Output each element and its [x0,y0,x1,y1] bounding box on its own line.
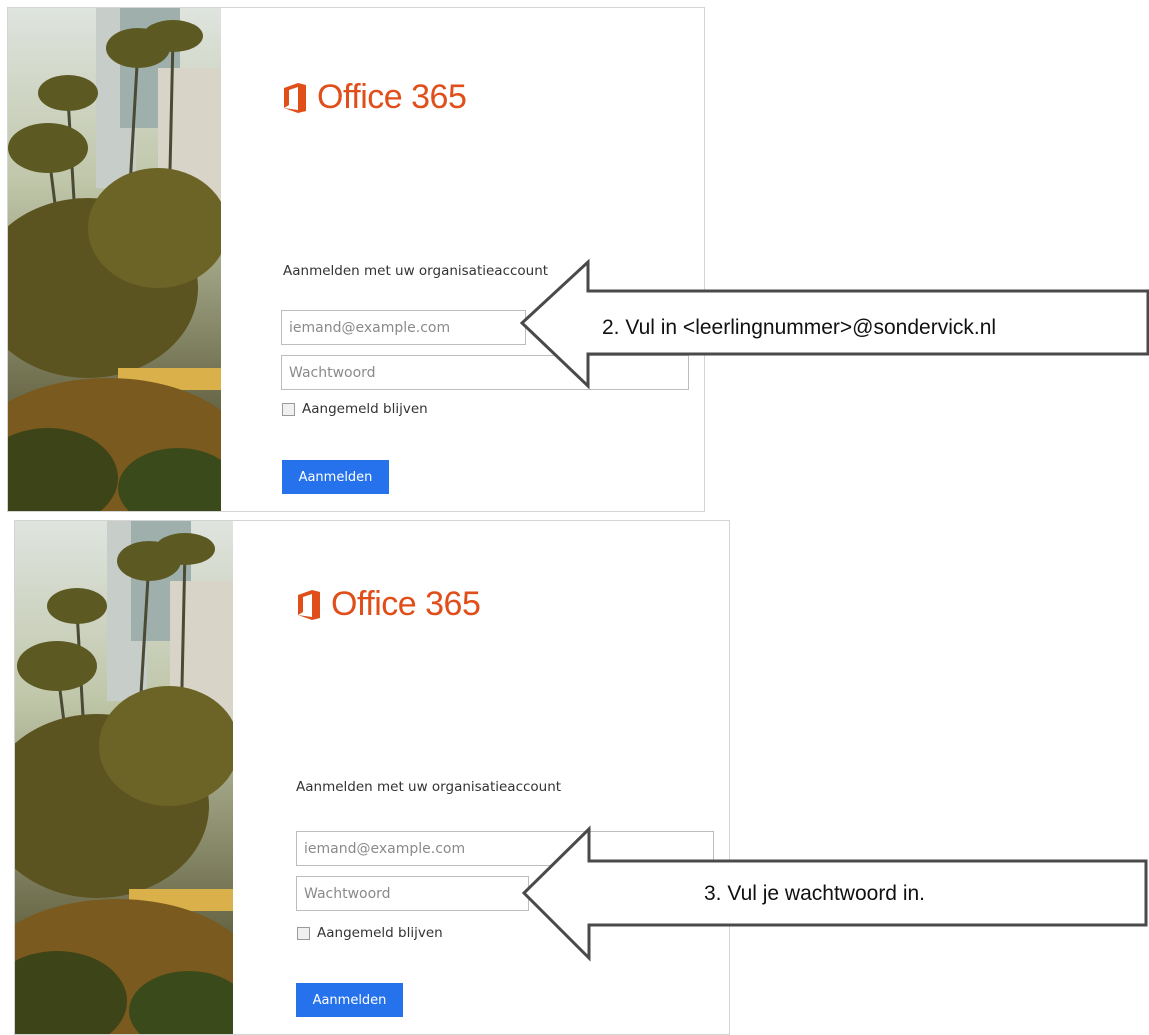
remember-me[interactable]: Aangemeld blijven [282,401,428,417]
signin-heading: Aanmelden met uw organisatieaccount [296,779,562,795]
logo-text: Office 365 [331,585,481,623]
remember-me-label: Aangemeld blijven [302,401,428,417]
office-logo-icon [298,589,320,620]
remember-me-label: Aangemeld blijven [317,925,443,941]
signin-panel-2: Office 365 Aanmelden met uw organisatiea… [14,520,730,1035]
signin-panel-1: Office 365 Aanmelden met uw organisatiea… [7,7,705,512]
callout-text-step-2: 2. Vul in <leerlingnummer>@sondervick.nl [602,316,997,339]
email-field[interactable] [296,831,714,866]
remember-me[interactable]: Aangemeld blijven [297,925,443,941]
signin-button[interactable]: Aanmelden [296,983,403,1017]
office-logo-icon [284,82,306,113]
checkbox-icon[interactable] [282,402,295,416]
checkbox-icon[interactable] [297,926,310,940]
password-field[interactable] [296,876,529,911]
background-photo [15,521,233,1034]
signin-button[interactable]: Aanmelden [282,460,389,494]
logo-text: Office 365 [317,78,467,116]
office-365-logo: Office 365 [295,585,481,624]
office-365-logo: Office 365 [281,78,467,117]
email-field[interactable] [281,310,526,345]
callout-text-step-3: 3. Vul je wachtwoord in. [704,882,926,905]
password-field[interactable] [281,355,689,390]
background-photo [8,8,221,511]
signin-heading: Aanmelden met uw organisatieaccount [283,263,549,279]
